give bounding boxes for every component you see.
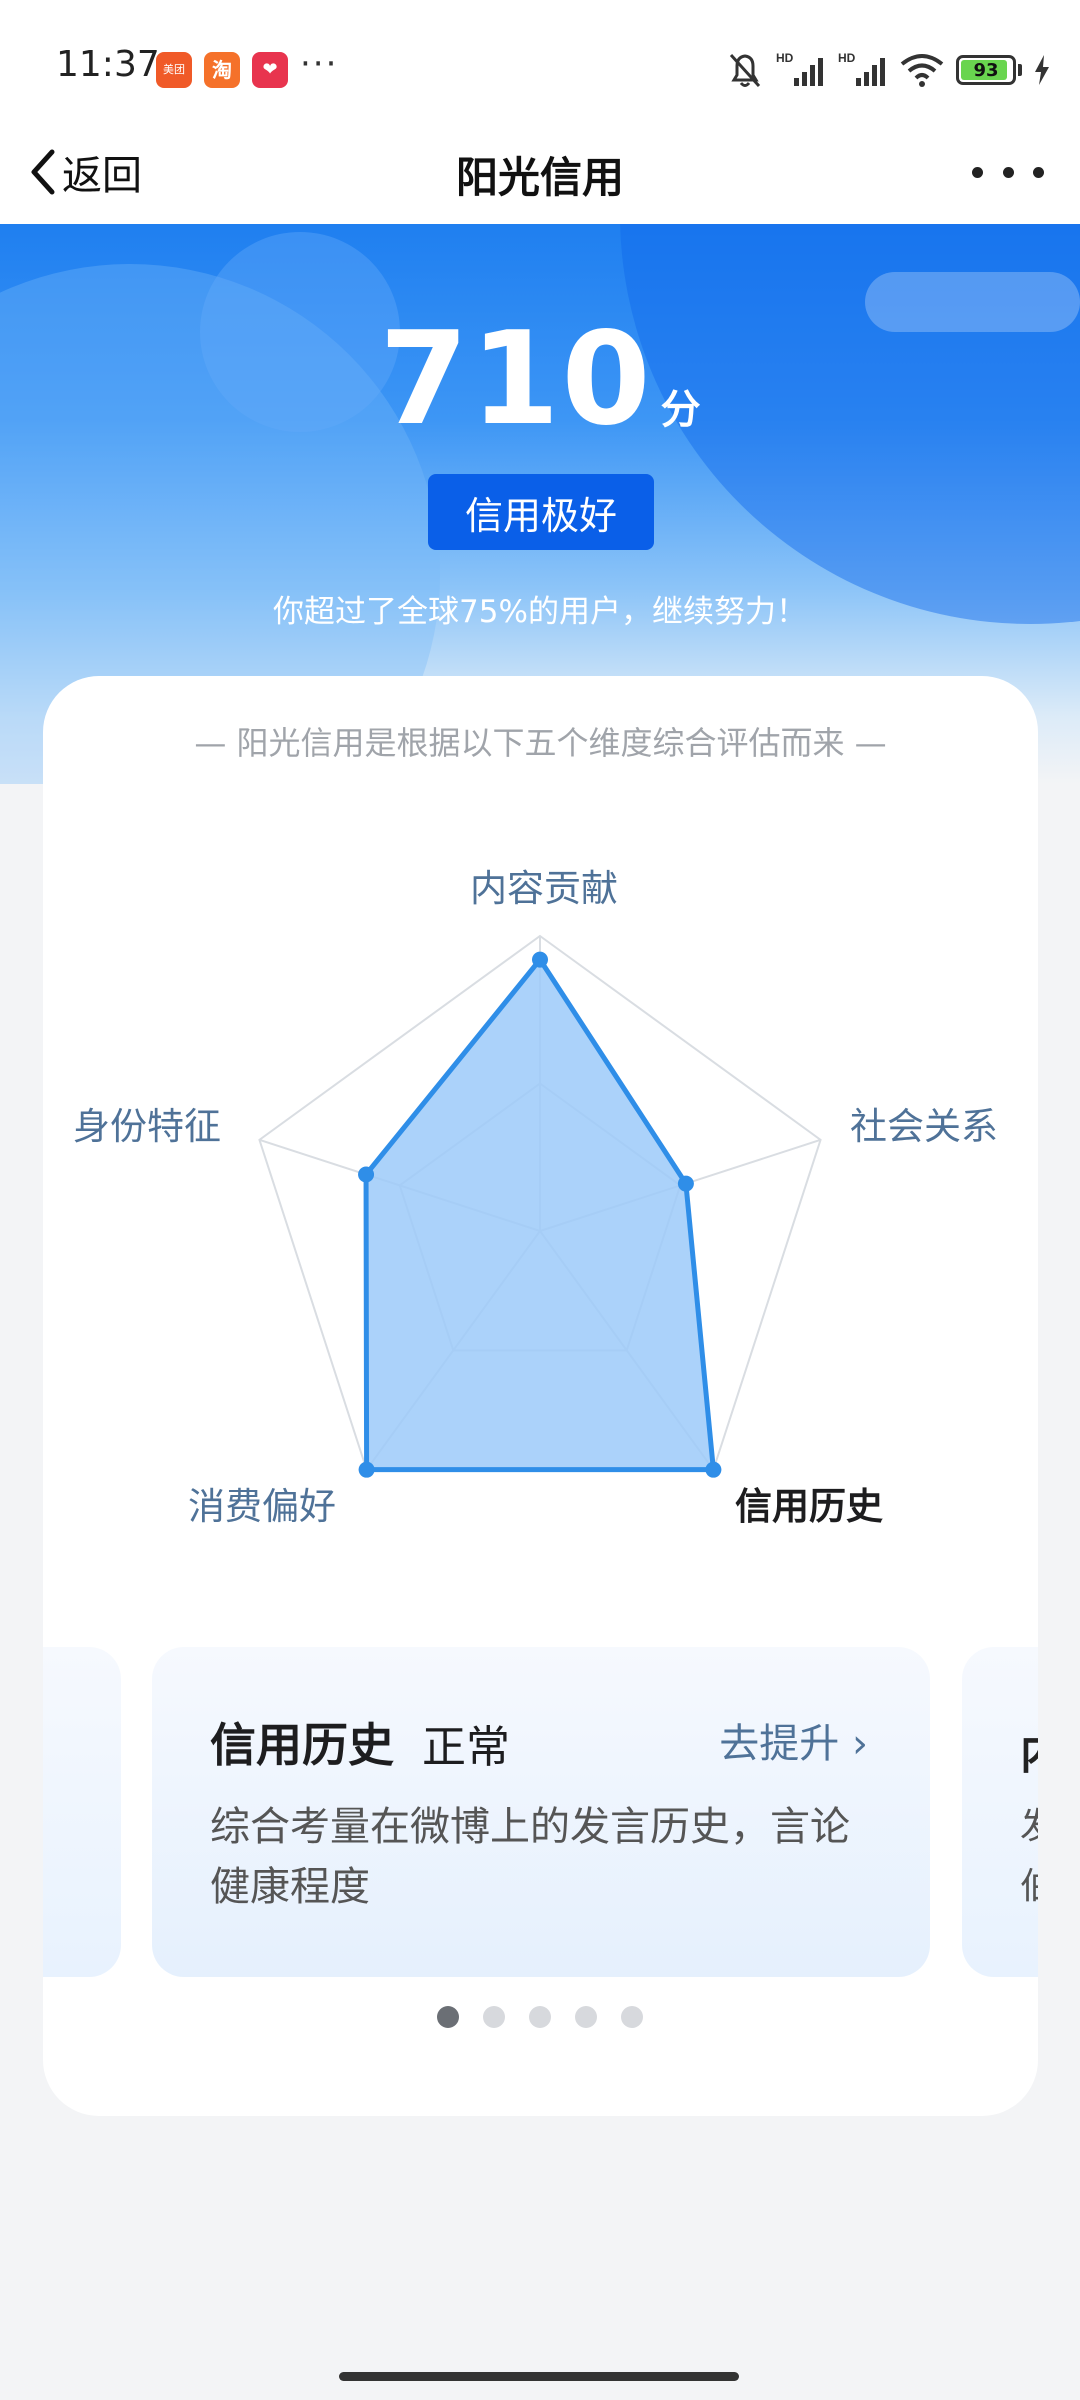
radar-point-4 bbox=[358, 1461, 375, 1478]
peek-line-2: 伯 bbox=[1020, 1857, 1038, 1909]
more-dot-icon bbox=[1033, 166, 1044, 178]
pager-dot[interactable] bbox=[483, 2006, 505, 2028]
credit-score: 710 分 bbox=[0, 316, 1080, 444]
meituan-app-icon: 美团 bbox=[156, 52, 192, 88]
axis-label-history[interactable]: 信用历史 bbox=[735, 1476, 883, 1530]
detail-status: 正常 bbox=[422, 1722, 510, 1773]
svg-text:HD: HD bbox=[776, 51, 794, 65]
score-unit: 分 bbox=[660, 387, 701, 433]
carousel-next-slide[interactable]: 内 发 伯 bbox=[962, 1647, 1038, 1977]
more-options-button[interactable] bbox=[972, 148, 1044, 196]
radar-value-area bbox=[363, 957, 716, 1473]
carousel-pager bbox=[0, 2006, 1080, 2028]
signal-1-icon: HD bbox=[776, 51, 823, 86]
notification-more-icon: ··· bbox=[300, 44, 339, 84]
credit-level-badge: 信用极好 bbox=[428, 474, 654, 550]
pager-dot[interactable] bbox=[575, 2006, 597, 2028]
heart-app-icon: ❤ bbox=[252, 52, 288, 88]
pager-dot[interactable] bbox=[529, 2006, 551, 2028]
battery-indicator: 93 bbox=[956, 55, 1016, 85]
radar-point-3 bbox=[705, 1461, 722, 1478]
more-dot-icon bbox=[972, 166, 983, 178]
home-indicator[interactable] bbox=[339, 2372, 739, 2381]
carousel-prev-slide[interactable] bbox=[43, 1647, 121, 1977]
mute-bell-icon bbox=[729, 53, 761, 88]
pager-dot[interactable] bbox=[621, 2006, 643, 2028]
pager-dot[interactable] bbox=[437, 2006, 459, 2028]
peek-line-1: 发 bbox=[1020, 1797, 1038, 1849]
nav-bar: 返回 阳光信用 bbox=[0, 120, 1080, 224]
page-title: 阳光信用 bbox=[455, 153, 624, 202]
radar-point-2 bbox=[677, 1175, 694, 1192]
battery-level: 93 bbox=[973, 59, 999, 81]
svg-text:HD: HD bbox=[838, 51, 856, 65]
status-bar: 11:37 美团 淘 ❤ ··· HD HD 93 bbox=[0, 0, 1080, 120]
rank-text: 你超过了全球75%的用户，继续努力！ bbox=[273, 594, 807, 630]
score-value: 710 bbox=[379, 305, 653, 454]
radar-point-1 bbox=[532, 951, 548, 968]
axis-label-content[interactable]: 内容贡献 bbox=[470, 858, 618, 912]
detail-dimension: 信用历史 bbox=[210, 1718, 394, 1772]
axis-label-identity[interactable]: 身份特征 bbox=[73, 1096, 221, 1150]
wifi-icon bbox=[900, 54, 944, 87]
taobao-app-icon: 淘 bbox=[204, 52, 240, 88]
improve-link[interactable]: 去提升 › bbox=[719, 1711, 868, 1769]
radar-point-5 bbox=[358, 1166, 375, 1183]
axis-label-social[interactable]: 社会关系 bbox=[850, 1096, 998, 1150]
status-time: 11:37 bbox=[56, 44, 160, 85]
detail-description: 综合考量在微博上的发言历史，言论健康程度 bbox=[210, 1804, 850, 1910]
more-dot-icon bbox=[1002, 166, 1014, 178]
signal-2-icon: HD bbox=[838, 51, 885, 86]
peek-title: 内 bbox=[1020, 1717, 1038, 1781]
charging-bolt-icon bbox=[1035, 55, 1049, 85]
dimension-detail-card[interactable]: 信用历史 正常 去提升 › 综合考量在微博上的发言历史，言论健康程度 bbox=[152, 1647, 930, 1977]
axis-label-consumption[interactable]: 消费偏好 bbox=[188, 1476, 336, 1530]
